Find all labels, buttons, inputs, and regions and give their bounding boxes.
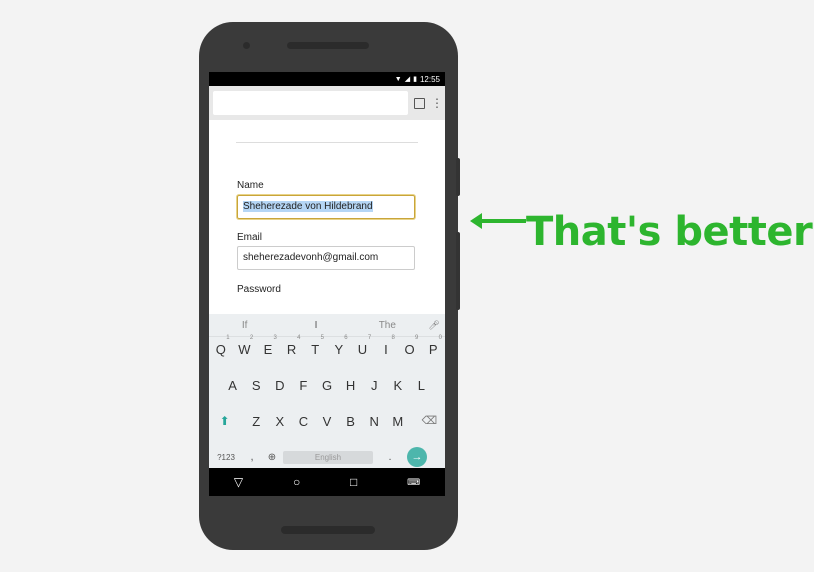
- key-h[interactable]: H: [339, 378, 363, 393]
- key-m[interactable]: M: [386, 414, 410, 429]
- key-u[interactable]: U7: [351, 335, 375, 357]
- battery-icon: ▮: [413, 76, 417, 83]
- mic-icon[interactable]: 🎤︎: [423, 320, 445, 331]
- status-bar: ▼ ◢ ▮ 12:55: [209, 72, 445, 86]
- key-t[interactable]: T5: [303, 335, 327, 357]
- symbols-key[interactable]: ?123: [209, 453, 243, 462]
- key-b[interactable]: B: [339, 414, 363, 429]
- key-r[interactable]: R4: [280, 335, 304, 357]
- url-input[interactable]: [213, 91, 408, 115]
- key-hint: 9: [415, 335, 419, 341]
- password-label: Password: [237, 284, 281, 295]
- keyboard-row-3: ⬆ ZXCVBNM ⌫: [209, 414, 445, 429]
- period-key[interactable]: .: [373, 451, 407, 463]
- suggestion-item[interactable]: The: [352, 320, 423, 331]
- bottom-speaker: [281, 526, 375, 534]
- suggestion-item[interactable]: If: [209, 320, 280, 331]
- go-arrow-icon[interactable]: →: [407, 447, 427, 467]
- phone-screen: ▼ ◢ ▮ 12:55 ⋮ Name Sheherezade von Hilde…: [209, 72, 445, 496]
- key-hint: 5: [320, 335, 324, 341]
- soft-keyboard: If I The 🎤︎ Q1W2E3R4T5Y6U7I8O9P0 ASDFGHJ…: [209, 314, 445, 468]
- globe-icon[interactable]: ⊕: [261, 452, 283, 463]
- key-s[interactable]: S: [244, 378, 268, 393]
- key-hint: 8: [391, 335, 395, 341]
- key-d[interactable]: D: [268, 378, 292, 393]
- letter-keys: ZXCVBNM: [244, 414, 409, 429]
- backspace-key[interactable]: ⌫: [418, 414, 442, 429]
- keyboard-switch-icon[interactable]: ⌨: [407, 477, 420, 488]
- pointer-arrow: [470, 213, 526, 229]
- home-icon[interactable]: ○: [293, 475, 300, 489]
- volume-button: [456, 158, 460, 196]
- wifi-icon: ▼: [394, 75, 402, 83]
- key-hint: 1: [226, 335, 230, 341]
- clock: 12:55: [419, 74, 440, 84]
- space-bar[interactable]: English: [283, 450, 373, 464]
- key-v[interactable]: V: [315, 414, 339, 429]
- key-w[interactable]: W2: [233, 335, 257, 357]
- suggestion-item[interactable]: I: [280, 320, 351, 331]
- email-label: Email: [237, 232, 263, 243]
- power-button: [456, 232, 460, 310]
- back-icon[interactable]: ▽: [234, 475, 243, 489]
- arrow-head: [470, 213, 482, 229]
- front-camera: [243, 42, 250, 49]
- browser-toolbar: ⋮: [209, 86, 445, 120]
- keyboard-row-2: ASDFGHJKL: [209, 378, 445, 393]
- key-l[interactable]: L: [410, 378, 434, 393]
- email-field[interactable]: sheherezadevonh@gmail.com: [237, 246, 415, 270]
- key-y[interactable]: Y6: [327, 335, 351, 357]
- comma-key[interactable]: ,: [243, 451, 261, 463]
- earpiece-speaker: [287, 42, 369, 49]
- key-q[interactable]: Q1: [209, 335, 233, 357]
- key-hint: 0: [438, 335, 442, 341]
- signal-icon: ◢: [404, 76, 411, 83]
- recents-icon[interactable]: □: [350, 475, 357, 489]
- key-z[interactable]: Z: [244, 414, 268, 429]
- name-label: Name: [237, 180, 264, 191]
- shift-key[interactable]: ⬆: [213, 414, 237, 429]
- key-hint: 6: [344, 335, 348, 341]
- key-i[interactable]: I8: [374, 335, 398, 357]
- phone-device: ▼ ◢ ▮ 12:55 ⋮ Name Sheherezade von Hilde…: [199, 22, 460, 550]
- key-j[interactable]: J: [362, 378, 386, 393]
- signup-form: Name Sheherezade von Hildebrand Email sh…: [209, 120, 445, 314]
- key-x[interactable]: X: [268, 414, 292, 429]
- divider: [236, 142, 418, 143]
- name-field[interactable]: Sheherezade von Hildebrand: [237, 195, 415, 219]
- key-n[interactable]: N: [362, 414, 386, 429]
- key-k[interactable]: K: [386, 378, 410, 393]
- selected-text: Sheherezade von Hildebrand: [243, 201, 373, 212]
- keyboard-row-1: Q1W2E3R4T5Y6U7I8O9P0: [209, 335, 445, 357]
- key-g[interactable]: G: [315, 378, 339, 393]
- arrow-shaft: [482, 219, 526, 223]
- tabs-icon[interactable]: [414, 97, 425, 109]
- key-o[interactable]: O9: [398, 335, 422, 357]
- key-e[interactable]: E3: [256, 335, 280, 357]
- overflow-menu-icon[interactable]: ⋮: [431, 97, 443, 109]
- keyboard-bottom-row: ?123 , ⊕ English . →: [209, 447, 445, 467]
- key-hint: 3: [273, 335, 277, 341]
- suggestion-strip: If I The 🎤︎: [209, 314, 445, 337]
- key-p[interactable]: P0: [421, 335, 445, 357]
- key-a[interactable]: A: [221, 378, 245, 393]
- key-hint: 2: [249, 335, 254, 341]
- key-f[interactable]: F: [292, 378, 316, 393]
- key-hint: 7: [367, 335, 372, 341]
- key-hint: 4: [297, 335, 301, 341]
- android-nav-bar: ▽ ○ □ ⌨: [209, 468, 445, 496]
- key-c[interactable]: C: [292, 414, 316, 429]
- callout-text: That's better!: [526, 209, 814, 255]
